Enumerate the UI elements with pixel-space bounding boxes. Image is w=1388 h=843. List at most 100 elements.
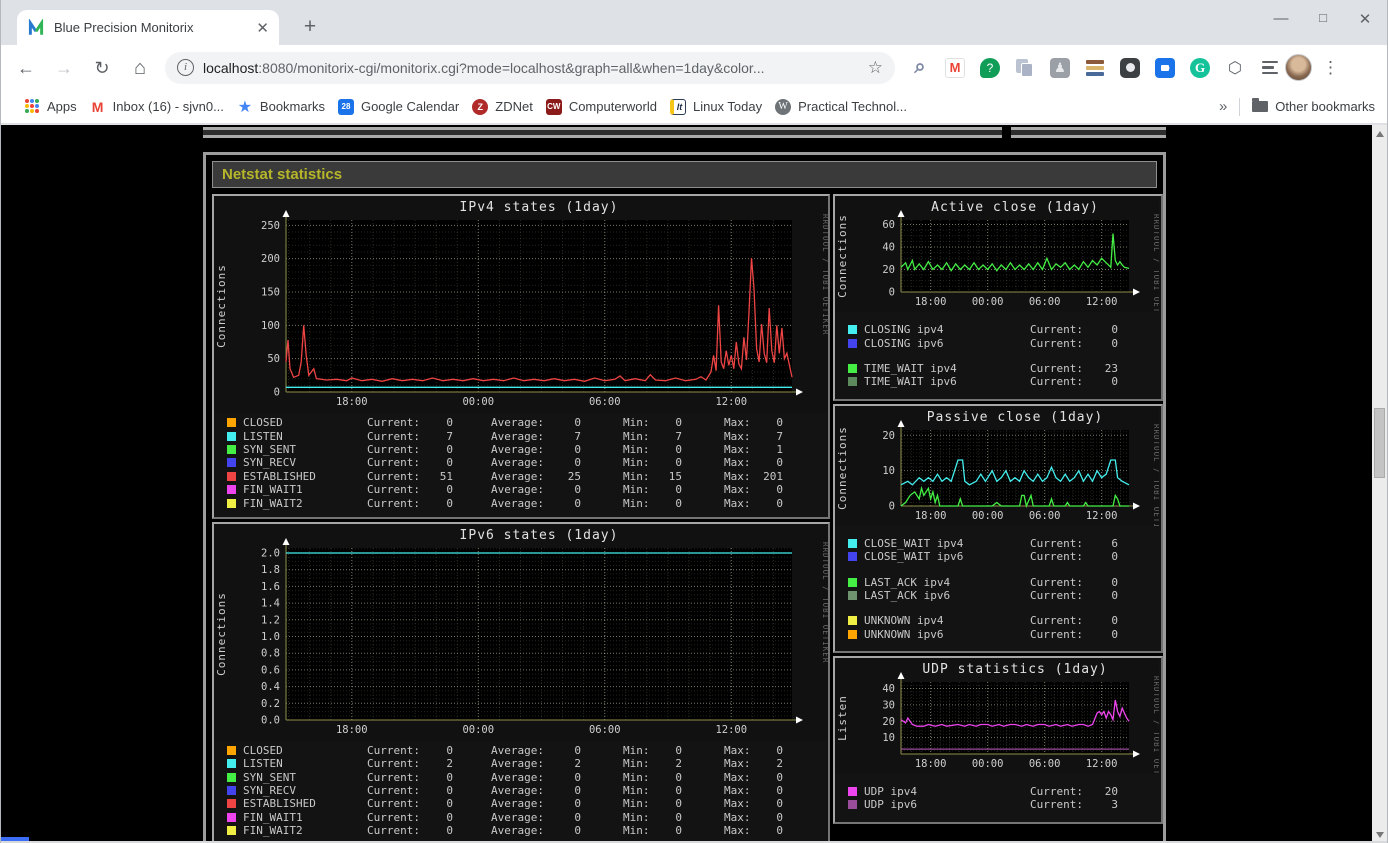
legend-key-max: Max: — [724, 770, 751, 784]
svg-text:20: 20 — [882, 429, 895, 441]
wp-icon: W — [775, 98, 792, 115]
tab-close-icon[interactable]: ✕ — [256, 19, 269, 37]
legend-color-swatch — [227, 799, 236, 809]
svg-text:20: 20 — [882, 264, 895, 276]
maximize-button[interactable]: □ — [1315, 10, 1331, 28]
udp-statistics-panel: 18:00 00:00 06:00 12:00 10 20 30 40 UDP statisti… — [833, 655, 1163, 824]
legend-label: UDP ipv6 — [864, 798, 917, 812]
svg-text:IPv4 states (1day): IPv4 states (1day) — [460, 200, 619, 215]
legend-color-swatch — [848, 616, 857, 626]
legend-group-gap — [848, 563, 1161, 575]
legend-label: TIME_WAIT ipv6 — [864, 375, 957, 389]
legend-key-average: Average: — [491, 824, 544, 838]
legend-value-average: 0 — [574, 483, 581, 497]
address-bar[interactable]: i localhost:8080/monitorix-cgi/monitorix… — [165, 51, 895, 84]
legend-label: FIN_WAIT1 — [243, 810, 303, 824]
svg-text:12:00: 12:00 — [1086, 296, 1118, 308]
legend-key-min: Min: — [623, 743, 650, 757]
extension-profile-box-icon[interactable]: ♟ — [1049, 57, 1071, 79]
bookmark-item-star[interactable]: ★ Bookmarks — [237, 99, 325, 116]
extension-search-icon[interactable]: ⌕ — [909, 56, 931, 79]
extension-books-icon[interactable] — [1084, 57, 1106, 79]
legend-key-average: Average: — [491, 429, 544, 443]
bookmark-item-apps[interactable]: Apps — [24, 98, 77, 115]
url-text[interactable]: localhost:8080/monitorix-cgi/monitorix.c… — [203, 60, 860, 76]
legend-value-current: 20 — [1104, 785, 1118, 799]
legend-key-current: Current: — [367, 797, 420, 811]
scrollbar-thumb[interactable] — [1374, 408, 1385, 478]
bookmark-item-gmail[interactable]: M Inbox (16) - sjvn0... — [90, 99, 224, 115]
legend-key-max: Max: — [724, 442, 751, 456]
profile-avatar[interactable] — [1285, 54, 1312, 81]
legend-key-current: Current: — [1030, 323, 1083, 337]
bookmark-label: Bookmarks — [259, 99, 325, 114]
bookmark-items: Apps M Inbox (16) - sjvn0... ★ Bookmarks 28 Go… — [11, 98, 907, 116]
active-close-legend: CLOSING ipv4 Current: 0 CLOSING ipv6 Current… — [835, 312, 1161, 399]
minimize-button[interactable]: — — [1273, 10, 1289, 28]
page-scrollbar[interactable] — [1372, 125, 1387, 843]
legend-value-average: 0 — [574, 810, 581, 824]
bookmark-item-cw[interactable]: CW Computerworld — [545, 98, 657, 115]
extension-copy-icon[interactable] — [1014, 57, 1036, 79]
bookmark-star-icon[interactable]: ☆ — [868, 58, 883, 78]
legend-label: FIN_WAIT2 — [243, 496, 303, 510]
legend-key-max: Max: — [724, 784, 751, 798]
reload-button[interactable]: ↻ — [89, 55, 115, 81]
bookmarks-overflow-icon[interactable]: » — [1219, 98, 1227, 115]
bookmark-item-wp[interactable]: W Practical Technol... — [775, 98, 907, 115]
legend-key-average: Average: — [491, 456, 544, 470]
legend-value-min: 0 — [675, 797, 682, 811]
legend-value-max: 201 — [763, 469, 783, 483]
legend-key-min: Min: — [623, 483, 650, 497]
legend-row: CLOSE_WAIT ipv6 Current: 0 — [848, 550, 1161, 563]
new-tab-button[interactable]: + — [296, 14, 324, 42]
legend-color-swatch — [848, 325, 857, 335]
udp-statistics-graph[interactable]: 18:00 00:00 06:00 12:00 10 20 30 40 UDP statisti… — [835, 657, 1159, 774]
active-close-graph[interactable]: 18:00 00:00 06:00 12:00 0 20 40 60 Active close … — [835, 196, 1159, 312]
other-bookmarks-button[interactable]: Other bookmarks — [1252, 98, 1375, 114]
browser-menu-icon[interactable]: ⋮ — [1322, 58, 1339, 78]
bookmarks-right: » Other bookmarks — [1219, 97, 1375, 116]
ipv4-states-graph[interactable]: 18:00 00:00 06:00 12:00 0 50 100 150 200 250 IPv4 … — [214, 196, 828, 414]
page-content: Netstat statistics 18:00 00:00 06:00 12:00 0… — [1, 125, 1387, 843]
svg-text:Passive close (1day): Passive close (1day) — [927, 410, 1104, 425]
legend-key-min: Min: — [623, 429, 650, 443]
extension-meet-icon[interactable] — [1154, 57, 1176, 79]
bookmark-label: Google Calendar — [360, 99, 460, 114]
svg-text:0.8: 0.8 — [261, 647, 280, 659]
bookmark-item-lt[interactable]: lt Linux Today — [669, 98, 762, 115]
scrollbar-up-icon[interactable] — [1372, 126, 1387, 141]
legend-row: FIN_WAIT1 Current: 0 Average: 0 Min: 0 Max: 0 — [227, 483, 828, 496]
extension-gmail-icon[interactable]: M — [944, 57, 966, 79]
legend-row: UNKNOWN ipv6 Current: 0 — [848, 628, 1161, 641]
legend-color-swatch — [848, 538, 857, 548]
bookmark-item-cal[interactable]: 28 Google Calendar — [337, 98, 460, 115]
close-button[interactable]: ✕ — [1357, 10, 1373, 28]
svg-text:1.4: 1.4 — [261, 597, 280, 609]
legend-value-average: 0 — [574, 456, 581, 470]
legend-label: ESTABLISHED — [243, 797, 316, 811]
ipv6-states-graph[interactable]: 18:00 00:00 06:00 12:00 0.0 0.2 0.4 0.6 0.8 1.0 1.… — [214, 523, 828, 742]
back-button[interactable]: ← — [13, 55, 39, 81]
passive-close-graph[interactable]: 18:00 00:00 06:00 12:00 0 10 20 Passive close (… — [835, 405, 1159, 526]
site-info-icon[interactable]: i — [177, 59, 194, 76]
extension-voice-icon[interactable]: ? — [979, 57, 1001, 79]
monitorix-favicon-icon — [27, 17, 45, 37]
bookmark-item-zdnet[interactable]: Z ZDNet — [472, 98, 533, 115]
legend-label: FIN_WAIT1 — [243, 483, 303, 497]
extension-grammarly-icon[interactable]: G — [1189, 57, 1211, 79]
svg-text:0: 0 — [889, 500, 895, 512]
forward-button[interactable]: → — [51, 55, 77, 81]
home-button[interactable]: ⌂ — [127, 55, 153, 81]
extension-puzzle-icon[interactable]: ⬡ — [1224, 57, 1246, 79]
scrollbar-down-icon[interactable] — [1372, 827, 1387, 842]
legend-label: CLOSE_WAIT ipv4 — [864, 536, 964, 550]
legend-row: TIME_WAIT ipv6 Current: 0 — [848, 375, 1161, 388]
bookmarks-divider — [1239, 97, 1241, 116]
legend-key-current: Current: — [367, 429, 420, 443]
legend-color-swatch — [848, 363, 857, 373]
browser-tab[interactable]: Blue Precision Monitorix ✕ — [17, 10, 279, 45]
extension-playlist-icon[interactable] — [1259, 57, 1281, 79]
legend-row: FIN_WAIT2 Current: 0 Average: 0 Min: 0 Max: 0 — [227, 496, 828, 510]
extension-lamp-icon[interactable] — [1119, 57, 1141, 79]
